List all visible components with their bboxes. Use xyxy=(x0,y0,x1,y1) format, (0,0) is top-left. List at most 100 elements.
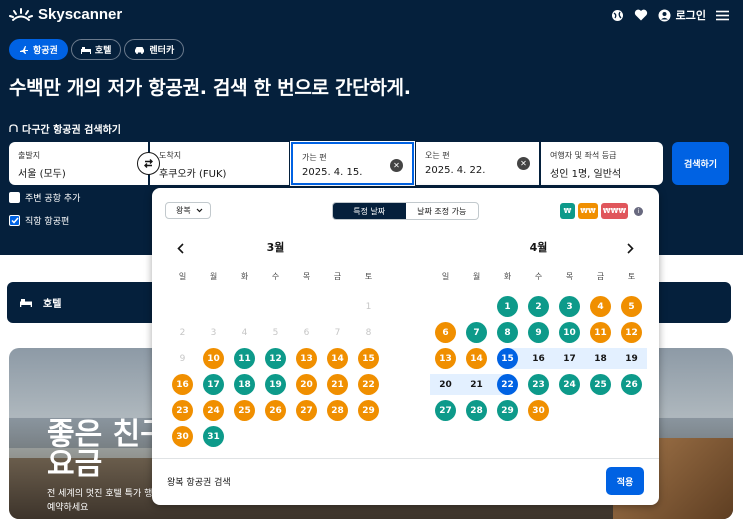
swap-button[interactable] xyxy=(137,152,160,175)
heart-icon[interactable] xyxy=(634,9,648,21)
calendar-day[interactable]: 14 xyxy=(327,348,348,369)
calendar-day[interactable]: 18 xyxy=(234,374,255,395)
clear-depart-icon[interactable]: ✕ xyxy=(390,159,403,172)
calendar-day[interactable]: 26 xyxy=(621,374,642,395)
weekday-label: 화 xyxy=(503,272,512,281)
depart-label: 가는 편 xyxy=(302,153,327,162)
calendar-day[interactable]: 9 xyxy=(528,322,549,343)
weekday-label: 화 xyxy=(240,272,249,281)
calendar-day[interactable]: 5 xyxy=(621,296,642,317)
calendar-day[interactable]: 3 xyxy=(559,296,580,317)
info-icon[interactable]: i xyxy=(634,206,643,216)
calendar-day[interactable]: 12 xyxy=(621,322,642,343)
destination-field[interactable]: 도착지 후쿠오카 (FUK) xyxy=(150,142,289,185)
globe-icon[interactable] xyxy=(611,9,624,22)
next-month-button[interactable] xyxy=(622,240,638,256)
calendar-day[interactable]: 25 xyxy=(234,400,255,421)
calendar-day[interactable]: 20 xyxy=(435,374,456,395)
weekday-label: 수 xyxy=(534,272,543,281)
calendar-day[interactable]: 24 xyxy=(203,400,224,421)
nearby-airports-option[interactable]: 주변 공항 추가 xyxy=(9,190,80,204)
calendar-day[interactable]: 23 xyxy=(528,374,549,395)
calendar-day[interactable]: 22 xyxy=(358,374,379,395)
legend-expensive: ₩₩₩ xyxy=(601,203,628,219)
direct-flights-option[interactable]: 직항 항공편 xyxy=(9,213,80,227)
nearby-airports-checkbox[interactable] xyxy=(9,191,20,203)
calendar-day[interactable]: 27 xyxy=(296,400,317,421)
calendar-day[interactable]: 28 xyxy=(327,400,348,421)
login-button[interactable]: 로그인 xyxy=(658,7,706,23)
calendar-day[interactable]: 14 xyxy=(466,348,487,369)
calendar-day: 5 xyxy=(272,327,279,338)
calendar-day[interactable]: 11 xyxy=(590,322,611,343)
calendar-day[interactable]: 11 xyxy=(234,348,255,369)
calendar-day[interactable]: 31 xyxy=(203,426,224,447)
calendar-day[interactable]: 10 xyxy=(203,348,224,369)
calendar-day[interactable]: 29 xyxy=(358,400,379,421)
calendar-day[interactable]: 19 xyxy=(621,348,642,369)
calendar-day[interactable]: 1 xyxy=(497,296,518,317)
calendar-day[interactable]: 15 xyxy=(497,348,518,369)
apply-button[interactable]: 적용 xyxy=(606,467,644,495)
calendar-day[interactable]: 21 xyxy=(466,374,487,395)
calendar-day[interactable]: 26 xyxy=(265,400,286,421)
prev-month-button[interactable] xyxy=(172,240,188,256)
tab-hotels[interactable]: 호텔 xyxy=(70,39,122,60)
calendar-day[interactable]: 20 xyxy=(296,374,317,395)
calendar-day[interactable]: 21 xyxy=(327,374,348,395)
multi-city-link[interactable]: 다구간 항공권 검색하기 xyxy=(9,121,121,136)
calendar-day[interactable]: 18 xyxy=(590,348,611,369)
calendar-day[interactable]: 17 xyxy=(203,374,224,395)
calendar-day[interactable]: 6 xyxy=(435,322,456,343)
calendar-day[interactable]: 12 xyxy=(265,348,286,369)
calendar-day[interactable]: 16 xyxy=(172,374,193,395)
date-picker-popup: 왕복 특정 날짜 날짜 조정 가능 ₩ ₩₩ ₩₩₩ i 3월 일 월 화 수 목 금 토 1 2… xyxy=(152,188,659,505)
product-tabs: 항공권 호텔 렌터카 xyxy=(9,39,185,60)
calendar-day[interactable]: 16 xyxy=(528,348,549,369)
trip-type-select[interactable]: 왕복 xyxy=(165,202,211,219)
calendar-day[interactable]: 2 xyxy=(528,296,549,317)
hotel-card-label: 호텔 xyxy=(43,299,62,310)
mode-specific-dates[interactable]: 특정 날짜 xyxy=(333,203,406,219)
calendar-day[interactable]: 19 xyxy=(265,374,286,395)
brand-logo[interactable]: Skyscanner xyxy=(9,6,122,23)
calendar-day[interactable]: 30 xyxy=(172,426,193,447)
promo-subtitle: 전 세계의 멋진 호텔 특가 행을 예약하세요 xyxy=(47,489,161,513)
travellers-field[interactable]: 여행자 및 좌석 등급 성인 1명, 일반석 xyxy=(541,142,663,185)
mode-flexible-dates[interactable]: 날짜 조정 가능 xyxy=(406,203,479,219)
top-bar: Skyscanner 로그인 xyxy=(0,0,743,32)
destination-label: 도착지 xyxy=(159,151,182,160)
origin-field[interactable]: 출발지 서울 (모두) xyxy=(9,142,148,185)
direct-flights-label: 직항 항공편 xyxy=(25,216,70,227)
calendar-day[interactable]: 23 xyxy=(172,400,193,421)
tab-flights[interactable]: 항공권 xyxy=(9,39,68,60)
calendar-day[interactable]: 29 xyxy=(497,400,518,421)
calendar-day[interactable]: 13 xyxy=(435,348,456,369)
calendar-day[interactable]: 8 xyxy=(497,322,518,343)
clear-return-icon[interactable]: ✕ xyxy=(517,157,530,170)
direct-flights-checkbox[interactable] xyxy=(9,214,20,226)
calendar-day[interactable]: 28 xyxy=(466,400,487,421)
calendar-day[interactable]: 10 xyxy=(559,322,580,343)
multi-city-label: 다구간 항공권 검색하기 xyxy=(22,125,121,136)
return-date-field[interactable]: 오는 편 2025. 4. 22. ✕ xyxy=(416,142,539,185)
depart-date-field[interactable]: 가는 편 2025. 4. 15. ✕ xyxy=(291,142,414,185)
calendar-day[interactable]: 22 xyxy=(497,374,518,395)
calendar-day[interactable]: 13 xyxy=(296,348,317,369)
menu-icon[interactable] xyxy=(716,10,729,21)
calendar-day[interactable]: 30 xyxy=(528,400,549,421)
chevron-down-icon xyxy=(196,208,203,213)
calendar-day: 3 xyxy=(210,327,217,338)
calendar-day[interactable]: 4 xyxy=(590,296,611,317)
search-button[interactable]: 검색하기 xyxy=(672,142,729,185)
calendar-day[interactable]: 17 xyxy=(559,348,580,369)
calendar-day[interactable]: 27 xyxy=(435,400,456,421)
calendar-day[interactable]: 7 xyxy=(466,322,487,343)
legend-cheap: ₩ xyxy=(560,203,575,219)
weekday-label: 수 xyxy=(271,272,280,281)
tab-car-hire[interactable]: 렌터카 xyxy=(124,39,185,60)
calendar-day[interactable]: 24 xyxy=(559,374,580,395)
weekday-label: 목 xyxy=(302,272,311,281)
calendar-day[interactable]: 15 xyxy=(358,348,379,369)
calendar-day[interactable]: 25 xyxy=(590,374,611,395)
